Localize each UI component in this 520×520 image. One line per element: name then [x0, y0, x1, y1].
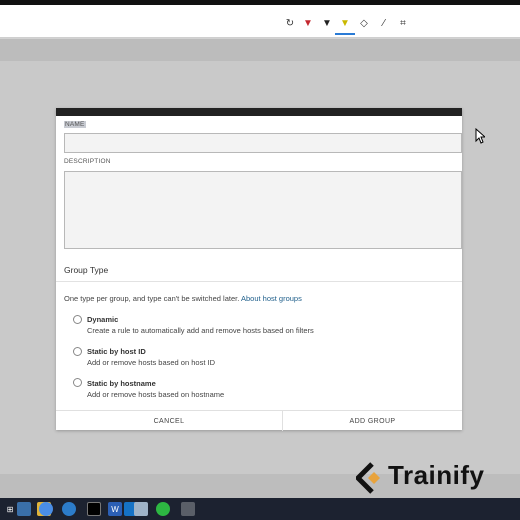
pen-red-icon[interactable]: ▼: [301, 16, 315, 30]
word-icon[interactable]: W: [108, 502, 122, 516]
group-type-section: Group Type: [56, 256, 462, 282]
ruler-glyph: ⁄: [383, 17, 385, 29]
chrome-icon[interactable]: [39, 502, 53, 516]
description-input[interactable]: [64, 171, 462, 249]
whatsapp-icon[interactable]: [156, 502, 170, 516]
radio-static-hostname[interactable]: [73, 378, 82, 387]
about-host-groups-link[interactable]: About host groups: [241, 294, 302, 303]
radio-static-host-id[interactable]: [73, 347, 82, 356]
file-explorer-icon[interactable]: [17, 502, 31, 516]
name-input[interactable]: [64, 133, 462, 153]
trainify-logo-text: Trainify: [388, 460, 485, 490]
app-icon[interactable]: [181, 502, 195, 516]
settings-icon[interactable]: [62, 502, 76, 516]
ruler-icon[interactable]: ⁄: [377, 16, 391, 30]
highlighter-glyph: ▼: [340, 17, 350, 29]
windows-taskbar: ⊞ W: [0, 498, 520, 520]
mouse-cursor-icon: [475, 128, 485, 144]
eraser-icon[interactable]: ◇: [357, 16, 371, 30]
annotation-toolbar: ↻ ▼ ▼ ▼ ◇ ⁄ ⌗: [0, 5, 520, 38]
option-static-host-id-title: Static by host ID: [87, 347, 146, 356]
crop-icon[interactable]: ⌗: [396, 16, 410, 30]
windows-icon[interactable]: ⊞: [3, 502, 17, 516]
pen-dark-icon[interactable]: ▼: [320, 16, 334, 30]
option-static-hostname-desc: Add or remove hosts based on hostname: [87, 390, 225, 399]
group-type-description: One type per group, and type can't be sw…: [64, 294, 302, 303]
paint-icon[interactable]: [134, 502, 148, 516]
description-label: DESCRIPTION: [64, 158, 111, 165]
group-type-title: Group Type: [64, 265, 109, 275]
option-dynamic-title: Dynamic: [87, 315, 119, 324]
crop-glyph: ⌗: [400, 17, 406, 29]
highlighter-icon[interactable]: ▼: [335, 16, 355, 35]
trainify-logo: Trainify: [356, 460, 496, 496]
pen-red-glyph: ▼: [303, 17, 313, 29]
terminal-icon[interactable]: [87, 502, 101, 516]
add-group-button[interactable]: ADD GROUP: [283, 411, 462, 431]
lasso-icon[interactable]: ↻: [283, 16, 297, 30]
create-group-dialog: DESCRIPTION Group Type One type per grou…: [56, 108, 462, 431]
option-dynamic-desc: Create a rule to automatically add and r…: [87, 326, 314, 335]
group-type-desc-text: One type per group, and type can't be sw…: [64, 294, 240, 303]
dialog-footer: CANCEL ADD GROUP: [56, 410, 462, 431]
name-label: NAME: [64, 121, 86, 128]
radio-dynamic[interactable]: [73, 315, 82, 324]
pen-dark-glyph: ▼: [322, 17, 332, 29]
option-static-hostname-title: Static by hostname: [87, 379, 156, 388]
cancel-button[interactable]: CANCEL: [56, 411, 282, 431]
app-header-band: [0, 39, 520, 61]
lasso-glyph: ↻: [285, 17, 295, 29]
option-static-host-id-desc: Add or remove hosts based on host ID: [87, 358, 215, 367]
dialog-header-bar: [56, 108, 462, 116]
eraser-glyph: ◇: [360, 17, 368, 29]
trainify-mark-icon: [356, 462, 380, 494]
